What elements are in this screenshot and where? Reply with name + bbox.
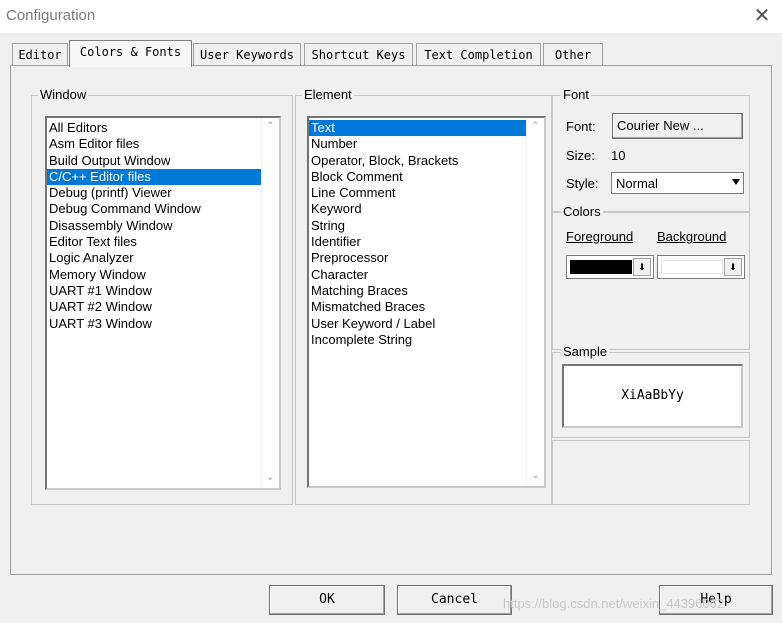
watermark: https://blog.csdn.net/weixin_44396062 <box>503 596 725 611</box>
tab-text-completion[interactable]: Text Completion <box>416 43 541 65</box>
scroll-down-icon[interactable]: ⌄ <box>262 469 279 486</box>
colors-group-label: Colors <box>561 204 603 219</box>
window-list-item[interactable]: Asm Editor files <box>47 136 262 152</box>
element-list-item[interactable]: Incomplete String <box>309 332 527 348</box>
scroll-down-icon[interactable]: ⌄ <box>527 467 544 484</box>
chevron-down-icon[interactable] <box>732 179 740 185</box>
element-list-item[interactable]: User Keyword / Label <box>309 316 527 332</box>
element-list-item[interactable]: String <box>309 218 527 234</box>
window-list-item[interactable]: Memory Window <box>47 267 262 283</box>
font-label: Font: <box>566 119 596 134</box>
scroll-up-icon[interactable]: ⌃ <box>527 118 544 135</box>
size-label: Size: <box>566 148 595 163</box>
style-dropdown[interactable]: Normal <box>611 172 744 194</box>
dropdown-arrow-icon[interactable]: ⬇ <box>724 258 742 276</box>
element-list-item[interactable]: Mismatched Braces <box>309 299 527 315</box>
element-list-item[interactable]: Block Comment <box>309 169 527 185</box>
element-list: Text Number Operator, Block, Brackets Block… <box>309 118 544 348</box>
title-bar: Configuration ✕ <box>0 0 782 33</box>
window-list: All Editors Asm Editor files Build Output … <box>47 118 279 332</box>
element-list-item[interactable]: Number <box>309 136 527 152</box>
window-list-item[interactable]: Debug (printf) Viewer <box>47 185 262 201</box>
size-value: 10 <box>611 148 626 163</box>
window-list-item[interactable]: UART #1 Window <box>47 283 262 299</box>
background-swatch <box>661 260 723 274</box>
background-label: Background <box>657 229 727 244</box>
font-group-label: Font <box>561 87 592 102</box>
window-list-item[interactable]: Disassembly Window <box>47 218 262 234</box>
close-icon[interactable]: ✕ <box>748 3 776 29</box>
window-list-item[interactable]: Debug Command Window <box>47 201 262 217</box>
element-scrollbar[interactable]: ⌃ ⌄ <box>526 118 544 486</box>
style-value: Normal <box>616 176 658 191</box>
window-list-item[interactable]: UART #3 Window <box>47 316 262 332</box>
element-list-item[interactable]: Identifier <box>309 234 527 250</box>
element-list-item[interactable]: Line Comment <box>309 185 527 201</box>
cancel-button[interactable]: Cancel <box>397 585 512 615</box>
window-list-item[interactable]: UART #2 Window <box>47 299 262 315</box>
tab-other[interactable]: Other <box>543 43 603 65</box>
element-list-item[interactable]: Text <box>309 120 527 137</box>
dropdown-arrow-icon[interactable]: ⬇ <box>633 258 651 276</box>
tab-editor[interactable]: Editor <box>12 43 68 65</box>
window-group-label: Window <box>38 87 89 102</box>
window-scrollbar[interactable]: ⌃ ⌄ <box>261 118 279 488</box>
tab-shortcut-keys[interactable]: Shortcut Keys <box>304 43 413 65</box>
tab-colors-fonts[interactable]: Colors & Fonts <box>69 40 192 67</box>
element-list-item[interactable]: Keyword <box>309 201 527 217</box>
window-title: Configuration <box>6 7 96 24</box>
window-list-item[interactable]: Editor Text files <box>47 234 262 250</box>
element-list-item[interactable]: Operator, Block, Brackets <box>309 153 527 169</box>
tab-user-keywords[interactable]: User Keywords <box>193 43 301 65</box>
element-listbox[interactable]: Text Number Operator, Block, Brackets Block… <box>307 116 546 488</box>
window-listbox[interactable]: All Editors Asm Editor files Build Output … <box>45 116 281 490</box>
blank-group <box>552 440 750 505</box>
element-group-label: Element <box>302 87 354 102</box>
window-list-item[interactable]: Build Output Window <box>47 153 262 169</box>
ok-button[interactable]: OK <box>269 585 385 615</box>
element-list-item[interactable]: Matching Braces <box>309 283 527 299</box>
sample-group-label: Sample <box>561 344 610 359</box>
window-list-item[interactable]: All Editors <box>47 120 262 136</box>
window-list-item[interactable]: Logic Analyzer <box>47 250 262 266</box>
scroll-up-icon[interactable]: ⌃ <box>262 118 279 135</box>
background-color-picker[interactable]: ⬇ <box>657 255 745 279</box>
element-list-item[interactable]: Character <box>309 267 527 283</box>
element-list-item[interactable]: Preprocessor <box>309 250 527 266</box>
foreground-label: Foreground <box>566 229 634 244</box>
font-select-button[interactable]: Courier New ... <box>612 113 743 139</box>
sample-preview: XiAaBbYy <box>562 364 743 428</box>
foreground-color-picker[interactable]: ⬇ <box>566 255 654 279</box>
style-label: Style: <box>566 176 599 191</box>
window-list-item[interactable]: C/C++ Editor files <box>47 168 262 186</box>
foreground-swatch <box>570 260 632 274</box>
